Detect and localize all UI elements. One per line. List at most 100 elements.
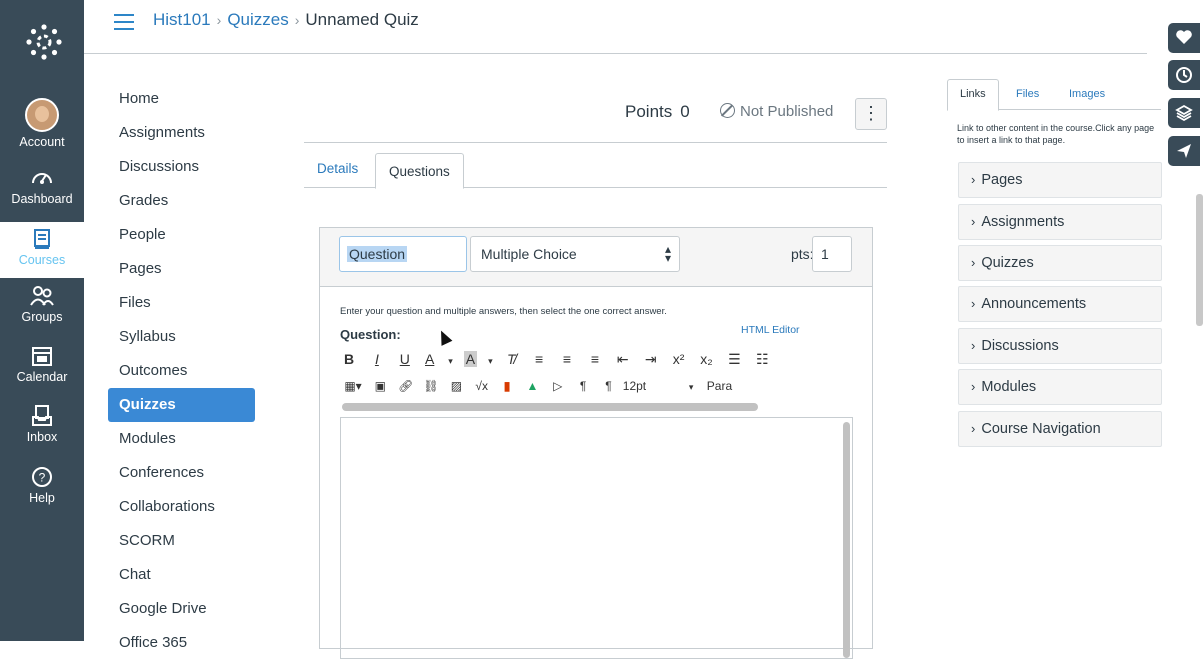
media-icon[interactable]: ▣	[369, 379, 391, 393]
nav-help[interactable]: ? Help	[0, 466, 84, 505]
subscript-icon[interactable]: x₂	[694, 351, 718, 367]
font-size-select[interactable]: 12pt	[623, 379, 681, 393]
paragraph-format-select[interactable]: Para	[701, 379, 737, 393]
points-input[interactable]: 1	[812, 236, 852, 272]
section-pages[interactable]: › Pages	[958, 162, 1162, 198]
tab-links[interactable]: Links	[947, 79, 999, 111]
course-nav-people[interactable]: People	[108, 218, 255, 252]
editor-scrollbar[interactable]	[843, 422, 850, 658]
bullet-list-icon[interactable]: ☰	[722, 351, 746, 368]
chevron-right-icon: ›	[971, 255, 976, 270]
chevron-right-icon: ›	[971, 214, 976, 229]
points-label: Points	[625, 102, 673, 121]
tab-questions[interactable]: Questions	[375, 153, 464, 189]
math-equation-icon[interactable]: √x	[471, 379, 493, 393]
tab-images[interactable]: Images	[1069, 88, 1105, 100]
outdent-icon[interactable]: ⇤	[611, 351, 635, 368]
section-announcements[interactable]: › Announcements	[958, 286, 1162, 322]
nav-calendar[interactable]: Calendar	[0, 345, 84, 384]
section-course-navigation[interactable]: › Course Navigation	[958, 411, 1162, 447]
heart-button[interactable]	[1168, 23, 1200, 53]
clear-formatting-icon[interactable]: T̸	[499, 351, 523, 367]
course-nav-scorm[interactable]: SCORM	[108, 524, 255, 558]
section-discussions[interactable]: › Discussions	[958, 328, 1162, 364]
superscript-icon[interactable]: x²	[667, 351, 691, 367]
layers-button[interactable]	[1168, 98, 1200, 128]
svg-text:?: ?	[39, 471, 46, 485]
course-nav-pages[interactable]: Pages	[108, 252, 255, 286]
course-nav-collaborations[interactable]: Collaborations	[108, 490, 255, 524]
course-nav-assignments[interactable]: Assignments	[108, 116, 255, 150]
toolbar-scrollbar[interactable]	[342, 403, 758, 411]
nav-groups-label: Groups	[21, 310, 63, 324]
course-nav-modules[interactable]: Modules	[108, 422, 255, 456]
chevron-right-icon: ›	[971, 338, 976, 353]
html-editor-link[interactable]: HTML Editor	[741, 324, 800, 336]
align-center-icon[interactable]: ≡	[555, 351, 579, 367]
chevron-down-icon[interactable]: ▾	[485, 356, 495, 367]
numbered-list-icon[interactable]: ☷	[750, 351, 774, 368]
text-color-icon[interactable]: A	[418, 351, 442, 367]
question-name-input[interactable]: Question	[339, 236, 467, 272]
breadcrumb-quizzes-link[interactable]: Quizzes	[227, 10, 288, 29]
section-assignments[interactable]: › Assignments	[958, 204, 1162, 240]
tab-files[interactable]: Files	[1016, 88, 1039, 100]
video-icon[interactable]: ▷	[547, 379, 569, 393]
chevron-down-icon[interactable]: ▾	[684, 382, 698, 393]
rtl-paragraph-icon[interactable]: ¶	[597, 379, 619, 393]
unlink-icon[interactable]: ⛓︎	[420, 379, 442, 393]
hamburger-menu-icon[interactable]	[114, 14, 134, 30]
align-right-icon[interactable]: ≡	[583, 351, 607, 367]
inbox-icon	[32, 405, 52, 426]
link-icon[interactable]: 🔗︎	[395, 379, 417, 393]
course-nav-syllabus[interactable]: Syllabus	[108, 320, 255, 354]
ltr-paragraph-icon[interactable]: ¶	[572, 379, 594, 393]
italic-icon[interactable]: I	[362, 351, 392, 367]
course-nav-chat[interactable]: Chat	[108, 558, 255, 592]
nav-dashboard-label: Dashboard	[11, 192, 73, 206]
indent-icon[interactable]: ⇥	[639, 351, 663, 368]
nav-inbox[interactable]: Inbox	[0, 405, 84, 444]
nav-courses-label: Courses	[18, 253, 66, 267]
question-text-editor[interactable]	[340, 417, 853, 659]
underline-icon[interactable]: U	[396, 351, 414, 367]
question-name-value: Question	[347, 246, 408, 262]
history-button[interactable]	[1168, 60, 1200, 90]
links-description: Link to other content in the course.Clic…	[957, 123, 1155, 145]
divider	[304, 142, 887, 143]
tab-details[interactable]: Details	[317, 161, 358, 176]
image-icon[interactable]: ▨	[445, 379, 467, 393]
align-left-icon[interactable]: ≡	[527, 351, 551, 367]
course-nav-discussions[interactable]: Discussions	[108, 150, 255, 184]
course-nav-conferences[interactable]: Conferences	[108, 456, 255, 490]
course-nav-grades[interactable]: Grades	[108, 184, 255, 218]
course-nav-outcomes[interactable]: Outcomes	[108, 354, 255, 388]
section-quizzes[interactable]: › Quizzes	[958, 245, 1162, 281]
bold-icon[interactable]: B	[340, 351, 358, 367]
course-nav-google-drive[interactable]: Google Drive	[108, 592, 255, 626]
calendar-icon	[32, 347, 52, 366]
breadcrumb-course-link[interactable]: Hist101	[153, 10, 211, 29]
section-modules[interactable]: › Modules	[958, 369, 1162, 405]
breadcrumb-separator-icon: ›	[294, 12, 300, 28]
nav-dashboard[interactable]: Dashboard	[0, 167, 84, 206]
canvas-logo-icon[interactable]	[24, 22, 64, 62]
avatar	[25, 98, 59, 132]
course-nav-quizzes[interactable]: Quizzes	[108, 388, 255, 422]
page-scrollbar[interactable]	[1196, 194, 1203, 326]
office-icon[interactable]: ▮	[496, 379, 518, 393]
nav-courses[interactable]: Courses	[0, 222, 84, 278]
course-nav-office-365[interactable]: Office 365	[108, 626, 255, 660]
course-nav-home[interactable]: Home	[108, 82, 255, 116]
google-drive-icon[interactable]: ▲	[521, 379, 543, 393]
points-input-value: 1	[821, 246, 829, 262]
chevron-down-icon[interactable]: ▾	[446, 356, 456, 367]
background-color-icon[interactable]: A	[463, 351, 478, 367]
table-icon[interactable]: ▦▾	[340, 379, 366, 393]
question-type-select[interactable]: Multiple Choice ▴ ▾	[470, 236, 680, 272]
nav-groups[interactable]: Groups	[0, 285, 84, 324]
nav-account[interactable]: Account	[0, 98, 84, 149]
send-button[interactable]	[1168, 136, 1200, 166]
course-nav-files[interactable]: Files	[108, 286, 255, 320]
more-options-button[interactable]: ⋮	[855, 98, 887, 130]
